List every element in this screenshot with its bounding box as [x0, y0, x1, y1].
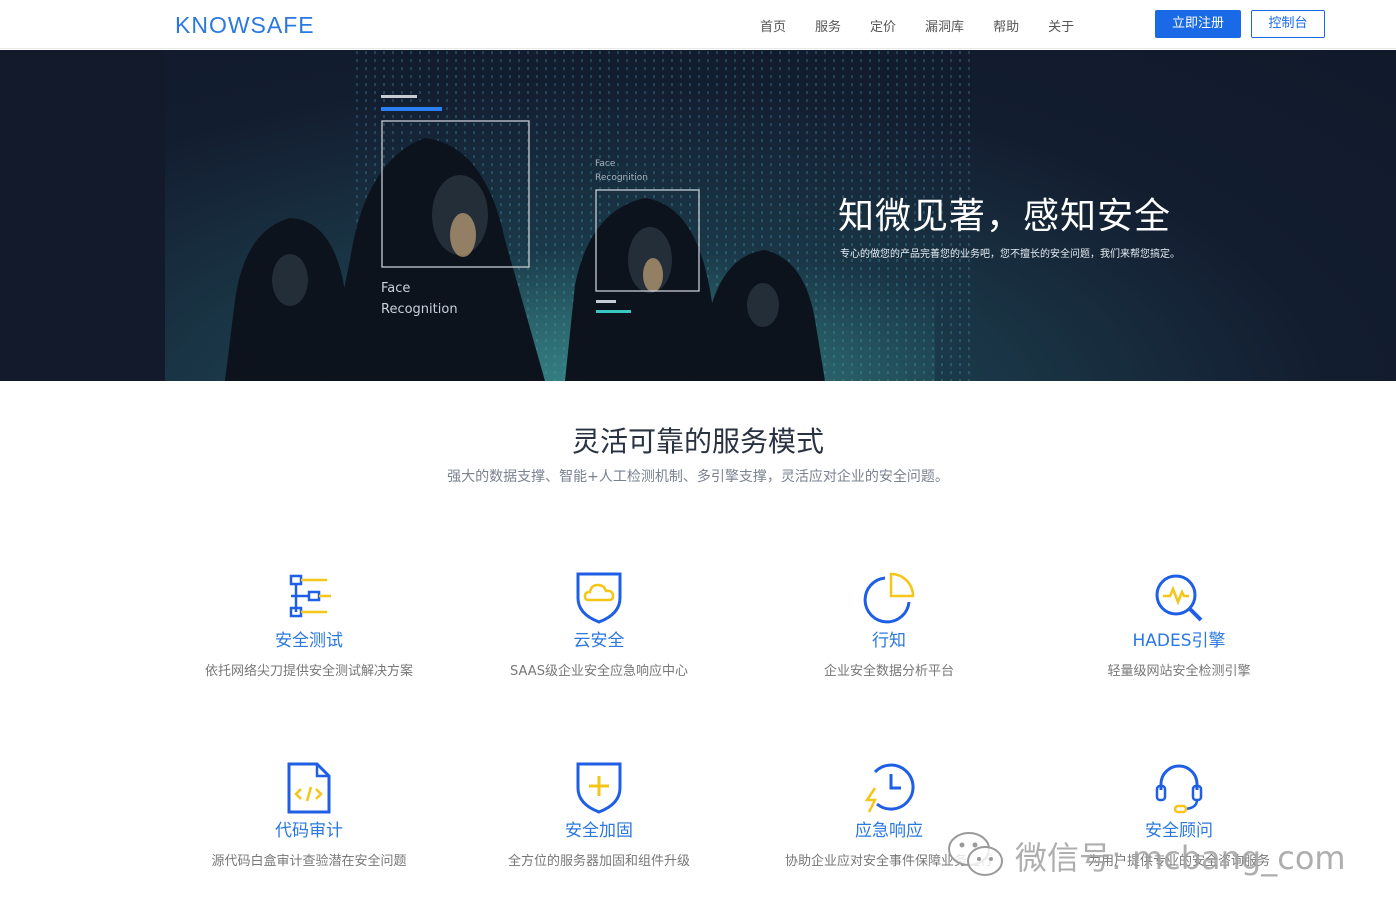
sliders-icon	[289, 574, 331, 618]
nav-pricing[interactable]: 定价	[870, 16, 896, 35]
nav-services[interactable]: 服务	[815, 16, 841, 35]
service-name: 行知	[872, 631, 906, 651]
hero-illustration	[225, 50, 975, 381]
service-name: HADES引擎	[1132, 631, 1226, 651]
face-label-2-line1: Face	[595, 159, 616, 169]
section-subtitle: 强大的数据支撑、智能+人工检测机制、多引擎支撑，灵活应对企业的安全问题。	[447, 469, 949, 485]
cloud-shield-icon	[576, 572, 622, 624]
face-label-1-line1: Face	[381, 281, 411, 296]
service-name: 安全加固	[565, 821, 633, 841]
hero-banner: 知微见著，感知安全 专心的做您的产品完善您的业务吧，您不擅长的安全问题，我们来帮…	[165, 50, 1396, 381]
logo[interactable]: KNOWSAFE	[175, 12, 315, 39]
shield-plus-icon	[576, 762, 622, 814]
clock-bolt-icon	[864, 763, 915, 813]
hero-subtitle: 专心的做您的产品完善您的业务吧，您不擅长的安全问题，我们来帮您搞定。	[840, 249, 1180, 260]
site-header: KNOWSAFE 首页 服务 定价 漏洞库 帮助 关于 立即注册 控制台	[0, 0, 1396, 49]
service-card-security-testing[interactable]: 安全测试 依托网络尖刀提供安全测试解决方案	[164, 572, 454, 679]
face-label-2-line2: Recognition	[595, 173, 648, 183]
service-name: 安全测试	[275, 631, 343, 651]
nav-about[interactable]: 关于	[1048, 16, 1074, 35]
nav-home[interactable]: 首页	[760, 16, 786, 35]
service-card-xingzhi[interactable]: 行知 企业安全数据分析平台	[744, 572, 1034, 679]
main-nav: 首页 服务 定价 漏洞库 帮助 关于	[760, 16, 1103, 35]
hero-title: 知微见著，感知安全	[838, 196, 1172, 237]
nav-vulndb[interactable]: 漏洞库	[925, 16, 964, 35]
wechat-watermark: 微信号: mcbang_com	[945, 825, 1365, 885]
service-desc: 源代码白盒审计查验潜在安全问题	[211, 854, 407, 869]
service-card-cloud-security[interactable]: 云安全 SAAS级企业安全应急响应中心	[454, 572, 744, 679]
service-desc: 轻量级网站安全检测引擎	[1107, 664, 1251, 679]
service-card-hardening[interactable]: 安全加固 全方位的服务器加固和组件升级	[454, 762, 744, 869]
face-label-1-line2: Recognition	[381, 302, 458, 317]
service-desc: 全方位的服务器加固和组件升级	[507, 854, 690, 869]
banner-margin-left	[0, 50, 165, 381]
wechat-icon	[948, 832, 1003, 876]
service-card-code-audit[interactable]: 代码审计 源代码白盒审计查验潜在安全问题	[164, 762, 454, 869]
service-desc: 企业安全数据分析平台	[823, 664, 954, 679]
register-button[interactable]: 立即注册	[1155, 10, 1241, 38]
face-label-2-text: Face Recognition	[595, 157, 648, 185]
service-card-hades-engine[interactable]: HADES引擎 轻量级网站安全检测引擎	[1034, 572, 1324, 679]
service-desc: SAAS级企业安全应急响应中心	[510, 664, 688, 679]
headset-icon	[1155, 764, 1203, 814]
service-desc: 依托网络尖刀提供安全测试解决方案	[204, 664, 413, 679]
service-name: 云安全	[573, 631, 625, 651]
console-button[interactable]: 控制台	[1251, 10, 1325, 38]
face-label-1-text: Face Recognition	[381, 278, 458, 320]
nav-help[interactable]: 帮助	[993, 16, 1019, 35]
service-name: 代码审计	[275, 821, 343, 841]
watermark-text: 微信号: mcbang_com	[1015, 839, 1346, 877]
section-title: 灵活可靠的服务模式	[571, 425, 824, 458]
search-pulse-icon	[1155, 574, 1203, 622]
code-file-icon	[287, 762, 331, 814]
pie-chart-icon	[863, 572, 915, 624]
